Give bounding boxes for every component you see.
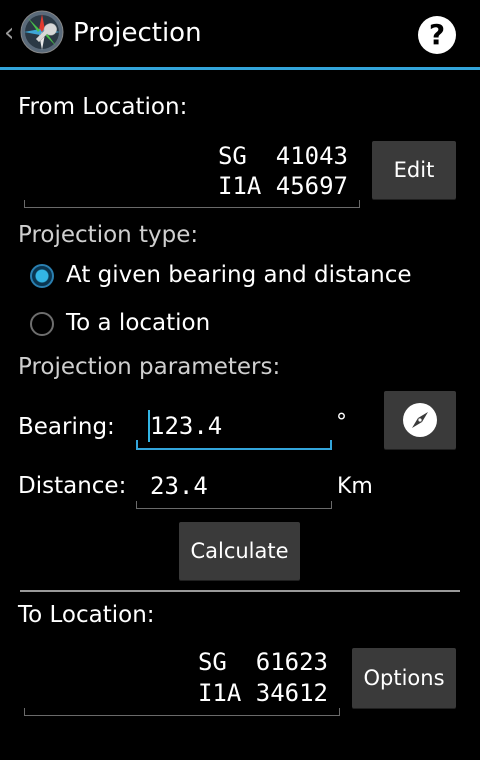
bearing-underline-left (136, 440, 138, 450)
to-location-line1: SG 61623 (197, 648, 328, 676)
to-location-line2: I1A 34612 (197, 679, 328, 707)
bearing-value: 123.4 (150, 412, 223, 440)
distance-unit: Km (337, 474, 373, 499)
page-title: Projection (73, 18, 202, 48)
calculate-button[interactable]: Calculate (179, 522, 300, 580)
from-field-underline (24, 207, 360, 208)
distance-underline-left (136, 501, 137, 509)
radio-bearing-distance[interactable]: At given bearing and distance (28, 262, 448, 294)
edit-button[interactable]: Edit (372, 141, 456, 199)
bearing-label: Bearing: (18, 414, 115, 440)
from-location-field[interactable]: SG 41043 I1A 45697 (24, 140, 360, 210)
radio-bearing-distance-indicator[interactable] (30, 264, 54, 288)
radio-to-location-label: To a location (66, 310, 211, 336)
action-bar-divider (0, 67, 480, 70)
to-field-underline-right (339, 708, 340, 716)
to-location-label: To Location: (18, 602, 155, 628)
compass-icon (403, 403, 437, 437)
to-field-underline-left (24, 708, 25, 716)
distance-underline (136, 508, 332, 509)
distance-value: 23.4 (150, 472, 208, 500)
from-location-label: From Location: (18, 94, 188, 120)
back-caret-icon[interactable]: ‹ (4, 18, 14, 48)
radio-bearing-distance-label: At given bearing and distance (66, 262, 412, 288)
to-field-underline (24, 715, 340, 716)
from-location-line1: SG 41043 (217, 142, 348, 170)
help-icon[interactable]: ? (418, 16, 456, 54)
section-divider (20, 590, 460, 592)
action-bar (0, 0, 480, 68)
from-location-line2: I1A 45697 (217, 172, 348, 200)
projection-parameters-label: Projection parameters: (18, 354, 281, 380)
distance-underline-right (331, 501, 332, 509)
bearing-underline (136, 448, 332, 450)
bearing-input[interactable]: 123.4 (136, 404, 332, 452)
radio-to-location[interactable]: To a location (28, 310, 448, 342)
distance-label: Distance: (18, 473, 127, 499)
distance-input[interactable]: 23.4 (136, 464, 332, 512)
options-button[interactable]: Options (352, 648, 456, 708)
to-location-field[interactable]: SG 61623 I1A 34612 (24, 646, 340, 718)
bearing-underline-right (330, 440, 332, 450)
compass-button[interactable] (384, 391, 456, 449)
from-field-underline-right (359, 200, 360, 208)
bearing-unit: ° (336, 410, 347, 435)
radio-to-location-indicator[interactable] (30, 312, 54, 336)
projection-type-label: Projection type: (18, 222, 199, 248)
from-field-underline-left (24, 200, 25, 208)
app-icon[interactable] (20, 10, 64, 54)
